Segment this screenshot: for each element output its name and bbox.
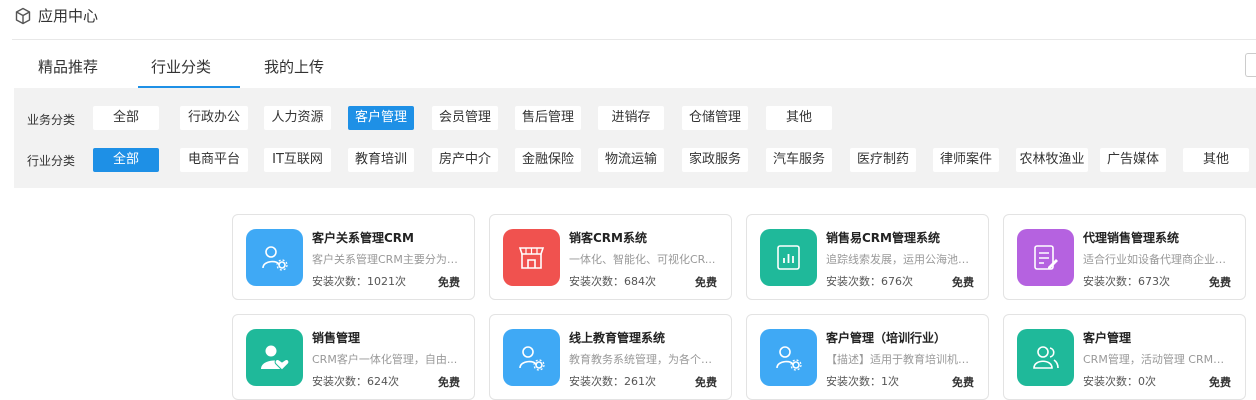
industry-filter-label: 行业分类 xyxy=(27,154,76,168)
business-chip-customer[interactable]: 客户管理 xyxy=(348,106,414,130)
industry-chip-it[interactable]: IT互联网 xyxy=(264,148,331,172)
price-label: 免费 xyxy=(1209,276,1231,289)
app-card[interactable]: 销售管理 CRM客户一体化管理，自由... 安装次数：624次 免费 xyxy=(232,314,475,400)
tab-industry[interactable]: 行业分类 xyxy=(151,56,211,77)
industry-chip-advertising[interactable]: 广告媒体 xyxy=(1100,148,1166,172)
app-name: 销客CRM系统 xyxy=(569,231,647,245)
business-chip-member[interactable]: 会员管理 xyxy=(432,106,498,130)
app-description: 客户关系管理CRM主要分为4... xyxy=(312,253,462,266)
app-name: 销售管理 xyxy=(312,331,361,345)
price-label: 免费 xyxy=(695,376,717,389)
industry-chip-other[interactable]: 其他 xyxy=(1183,148,1249,172)
tab-bar: 精品推荐 行业分类 我的上传 xyxy=(12,40,1256,88)
app-card[interactable]: 客户管理 CRM管理，活动管理 CRM客... 安装次数：0次 免费 xyxy=(1003,314,1246,400)
price-label: 免费 xyxy=(952,276,974,289)
industry-chip-agriculture[interactable]: 农林牧渔业 xyxy=(1016,148,1088,172)
install-count: 安装次数：1021次 xyxy=(312,275,406,288)
install-count: 安装次数：684次 xyxy=(569,275,656,288)
document-edit-icon xyxy=(1017,229,1074,286)
app-name: 代理销售管理系统 xyxy=(1083,231,1180,245)
user-gear-icon xyxy=(246,229,303,286)
industry-chip-logistics[interactable]: 物流运输 xyxy=(598,148,664,172)
store-icon xyxy=(503,229,560,286)
business-filter-label: 业务分类 xyxy=(27,113,76,127)
header: 应用中心 xyxy=(0,0,1256,34)
app-card[interactable]: 销客CRM系统 一体化、智能化、可视化CR... 安装次数：684次 免费 xyxy=(489,214,732,300)
business-chip-inventory[interactable]: 进销存 xyxy=(598,106,664,130)
app-description: 【描述】适用于教育培训机构... xyxy=(826,353,976,366)
price-label: 免费 xyxy=(438,376,460,389)
install-count: 安装次数：673次 xyxy=(1083,275,1170,288)
app-description: CRM客户一体化管理，自由... xyxy=(312,353,458,366)
business-chip-admin[interactable]: 行政办公 xyxy=(180,106,248,130)
report-icon xyxy=(760,229,817,286)
user-heart-icon xyxy=(246,329,303,386)
app-name: 线上教育管理系统 xyxy=(569,331,666,345)
price-label: 免费 xyxy=(952,376,974,389)
industry-chip-finance[interactable]: 金融保险 xyxy=(515,148,581,172)
app-name: 客户关系管理CRM xyxy=(312,231,414,245)
business-chip-other[interactable]: 其他 xyxy=(766,106,832,130)
install-count: 安装次数：0次 xyxy=(1083,375,1156,388)
business-chip-aftersales[interactable]: 售后管理 xyxy=(515,106,581,130)
industry-chip-auto[interactable]: 汽车服务 xyxy=(766,148,832,172)
industry-chip-medical[interactable]: 医疗制药 xyxy=(850,148,916,172)
cube-icon xyxy=(15,7,31,25)
app-card[interactable]: 销售易CRM管理系统 追踪线索发展，运用公海池提... 安装次数：676次 免费 xyxy=(746,214,989,300)
page-title: 应用中心 xyxy=(38,7,99,25)
price-label: 免费 xyxy=(1209,376,1231,389)
business-chip-all[interactable]: 全部 xyxy=(93,106,159,130)
industry-chip-all[interactable]: 全部 xyxy=(93,148,159,172)
search-box-edge[interactable] xyxy=(1245,53,1256,77)
filter-panel: 业务分类 行业分类 全部 行政办公 人力资源 客户管理 会员管理 售后管理 进销… xyxy=(14,88,1256,188)
install-count: 安装次数：1次 xyxy=(826,375,899,388)
app-description: 适合行业如设备代理商企业，... xyxy=(1083,253,1233,266)
user-gear-icon xyxy=(760,329,817,386)
users-icon xyxy=(1017,329,1074,386)
app-card[interactable]: 客户关系管理CRM 客户关系管理CRM主要分为4... 安装次数：1021次 免… xyxy=(232,214,475,300)
price-label: 免费 xyxy=(438,276,460,289)
app-name: 销售易CRM管理系统 xyxy=(826,231,940,245)
app-card[interactable]: 代理销售管理系统 适合行业如设备代理商企业，... 安装次数：673次 免费 xyxy=(1003,214,1246,300)
industry-chip-housekeeping[interactable]: 家政服务 xyxy=(682,148,748,172)
app-description: 教育教务系统管理，为各个学... xyxy=(569,353,719,366)
tab-my-uploads[interactable]: 我的上传 xyxy=(264,56,324,77)
app-name: 客户管理（培训行业） xyxy=(826,331,947,345)
app-description: 一体化、智能化、可视化CR... xyxy=(569,253,716,266)
price-label: 免费 xyxy=(695,276,717,289)
tab-featured[interactable]: 精品推荐 xyxy=(38,56,98,77)
app-name: 客户管理 xyxy=(1083,331,1132,345)
industry-chip-education[interactable]: 教育培训 xyxy=(348,148,414,172)
industry-chip-legal[interactable]: 律师案件 xyxy=(933,148,999,172)
industry-chip-ecommerce[interactable]: 电商平台 xyxy=(180,148,248,172)
business-chip-hr[interactable]: 人力资源 xyxy=(264,106,331,130)
business-chip-warehouse[interactable]: 仓储管理 xyxy=(682,106,748,130)
install-count: 安装次数：676次 xyxy=(826,275,913,288)
install-count: 安装次数：261次 xyxy=(569,375,656,388)
industry-chip-realestate[interactable]: 房产中介 xyxy=(432,148,498,172)
app-card[interactable]: 线上教育管理系统 教育教务系统管理，为各个学... 安装次数：261次 免费 xyxy=(489,314,732,400)
install-count: 安装次数：624次 xyxy=(312,375,399,388)
app-description: CRM管理，活动管理 CRM客... xyxy=(1083,353,1233,366)
app-description: 追踪线索发展，运用公海池提... xyxy=(826,253,976,266)
app-card[interactable]: 客户管理（培训行业） 【描述】适用于教育培训机构... 安装次数：1次 免费 xyxy=(746,314,989,400)
user-gear-icon xyxy=(503,329,560,386)
